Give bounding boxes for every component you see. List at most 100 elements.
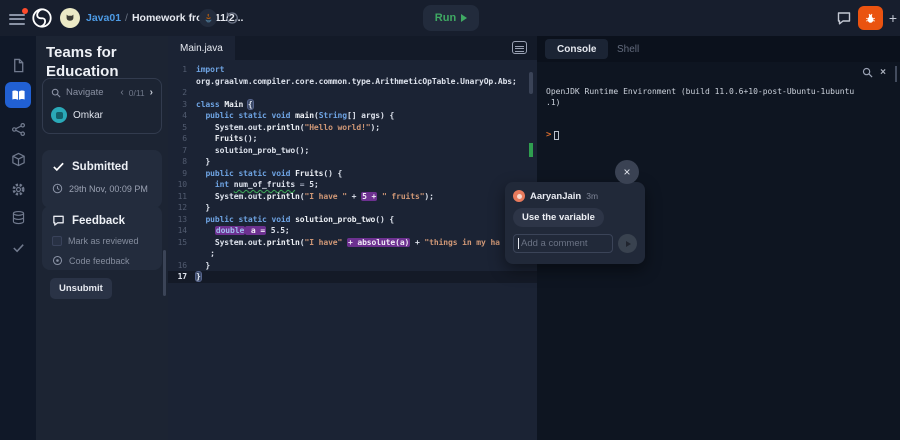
- code-line[interactable]: 10 int num_of_fruits = 5;: [168, 179, 537, 191]
- console-search-icon[interactable]: [862, 67, 873, 78]
- console-prompt-row[interactable]: >: [546, 130, 876, 141]
- code-area[interactable]: 1importorg.graalvm.compiler.core.common.…: [168, 60, 537, 283]
- console-tab-bar: Console Shell: [537, 36, 900, 62]
- code-line[interactable]: org.graalvm.compiler.core.common.type.Ar…: [168, 76, 537, 88]
- code-text: org.graalvm.compiler.core.common.type.Ar…: [196, 76, 517, 88]
- comment-close-button[interactable]: ×: [615, 160, 639, 184]
- code-line[interactable]: 16 }: [168, 260, 537, 272]
- line-number: [168, 76, 196, 88]
- student-row[interactable]: Omkar: [51, 107, 153, 123]
- console-clear-icon[interactable]: ×: [880, 67, 886, 78]
- code-line[interactable]: 15 System.out.println("I have" + absolut…: [168, 237, 537, 249]
- code-line[interactable]: ;: [168, 248, 537, 260]
- chat-icon[interactable]: [836, 10, 852, 26]
- code-text: }: [196, 202, 210, 214]
- text-caret: [518, 238, 519, 249]
- mark-as-reviewed-checkbox[interactable]: [52, 236, 62, 246]
- code-line[interactable]: 4 public static void main(String[] args)…: [168, 110, 537, 122]
- line-number: 12: [168, 202, 196, 214]
- commenter-avatar: [513, 190, 525, 202]
- line-number: 16: [168, 260, 196, 272]
- replit-logo[interactable]: [31, 7, 53, 29]
- sidebar-item-settings[interactable]: [5, 176, 31, 202]
- code-line[interactable]: 2: [168, 87, 537, 99]
- navigate-prev-button[interactable]: ‹: [120, 87, 123, 98]
- comment-popup: AaryanJain 3m Use the variable Add a com…: [505, 182, 645, 264]
- share-icon: [11, 122, 26, 137]
- code-text: }: [196, 271, 201, 283]
- bug-report-icon: [864, 12, 877, 25]
- line-number: 15: [168, 237, 196, 249]
- run-play-icon: [461, 14, 467, 22]
- code-text: System.out.println("I have" + absolute(a…: [196, 237, 500, 249]
- code-editor: Main.java 1importorg.graalvm.compiler.co…: [168, 36, 537, 440]
- panel-title: Teams for Education: [46, 44, 158, 82]
- sidebar-item-database[interactable]: [5, 204, 31, 230]
- feedback-icon: [52, 214, 65, 227]
- editor-scrollbar[interactable]: [529, 72, 533, 94]
- code-text: Fruits();: [196, 133, 257, 145]
- code-line[interactable]: 14 double a = 5.5;: [168, 225, 537, 237]
- code-text: System.out.println("I have " + 5 + " fru…: [196, 191, 434, 203]
- code-line[interactable]: 5 System.out.println("Hello world!");: [168, 122, 537, 134]
- submitted-label: Submitted: [72, 161, 128, 173]
- sidebar-scrollbar[interactable]: [163, 250, 166, 296]
- line-number: 9: [168, 168, 196, 180]
- code-feedback-icon: [52, 255, 63, 266]
- run-button[interactable]: Run: [423, 5, 479, 31]
- breadcrumb-separator: /: [125, 12, 128, 24]
- navigate-next-button[interactable]: ›: [150, 87, 153, 98]
- code-text: public static void solution_prob_two() {: [196, 214, 394, 226]
- code-line[interactable]: 7 solution_prob_two();: [168, 145, 537, 157]
- code-line[interactable]: 6 Fruits();: [168, 133, 537, 145]
- line-number: 1: [168, 64, 196, 76]
- sidebar-item-packages[interactable]: [5, 146, 31, 172]
- code-line[interactable]: 12 }: [168, 202, 537, 214]
- tab-main-java[interactable]: Main.java: [168, 36, 235, 60]
- line-number: [168, 248, 196, 260]
- sidebar-item-files[interactable]: [5, 52, 31, 78]
- comment-time: 3m: [586, 191, 598, 201]
- console-scrollbar[interactable]: [895, 66, 897, 82]
- mark-as-reviewed-label: Mark as reviewed: [68, 236, 139, 246]
- editor-options-icon[interactable]: [512, 41, 527, 54]
- line-number: 7: [168, 145, 196, 157]
- line-number: 8: [168, 156, 196, 168]
- send-icon: [626, 241, 631, 247]
- left-icon-rail: [0, 36, 36, 440]
- sidebar-item-checks[interactable]: [5, 234, 31, 260]
- code-text: class Main {: [196, 99, 253, 111]
- submitted-card: Submitted 29th Nov, 00:09 PM: [42, 150, 162, 208]
- code-line[interactable]: 11 System.out.println("I have " + 5 + " …: [168, 191, 537, 203]
- history-icon[interactable]: [224, 10, 240, 26]
- bug-report-button[interactable]: [858, 6, 883, 30]
- breadcrumb-owner[interactable]: Java01: [86, 12, 121, 24]
- code-line[interactable]: 9 public static void Fruits() {: [168, 168, 537, 180]
- replit-app: Java01 / Homework from 11/2... Run: [0, 0, 900, 440]
- user-avatar[interactable]: [60, 8, 80, 28]
- line-number: 17: [168, 271, 196, 283]
- code-line[interactable]: 1import: [168, 64, 537, 76]
- sidebar-item-education[interactable]: [5, 82, 31, 108]
- code-feedback-label[interactable]: Code feedback: [69, 256, 130, 266]
- code-line[interactable]: 3class Main {: [168, 99, 537, 111]
- tab-shell[interactable]: Shell: [605, 39, 651, 59]
- navigate-input[interactable]: Navigate: [66, 87, 115, 98]
- code-text: solution_prob_two();: [196, 145, 309, 157]
- comment-input[interactable]: Add a comment: [513, 234, 613, 253]
- navigate-counter: 0/11: [129, 88, 145, 98]
- console-prompt: >: [546, 130, 551, 141]
- hamburger-menu-icon[interactable]: [9, 11, 25, 24]
- new-repl-button[interactable]: +: [886, 8, 900, 28]
- code-line[interactable]: 13 public static void solution_prob_two(…: [168, 214, 537, 226]
- sidebar-item-share[interactable]: [5, 116, 31, 142]
- comment-send-button[interactable]: [618, 234, 637, 253]
- student-avatar: [51, 107, 67, 123]
- top-bar: Java01 / Homework from 11/2... Run: [0, 0, 900, 36]
- code-line[interactable]: 8 }: [168, 156, 537, 168]
- code-line[interactable]: 17}: [168, 271, 537, 283]
- console-output[interactable]: OpenJDK Runtime Environment (build 11.0.…: [546, 66, 876, 162]
- line-number: 10: [168, 179, 196, 191]
- unsubmit-button[interactable]: Unsubmit: [50, 278, 112, 299]
- tab-console[interactable]: Console: [545, 39, 608, 59]
